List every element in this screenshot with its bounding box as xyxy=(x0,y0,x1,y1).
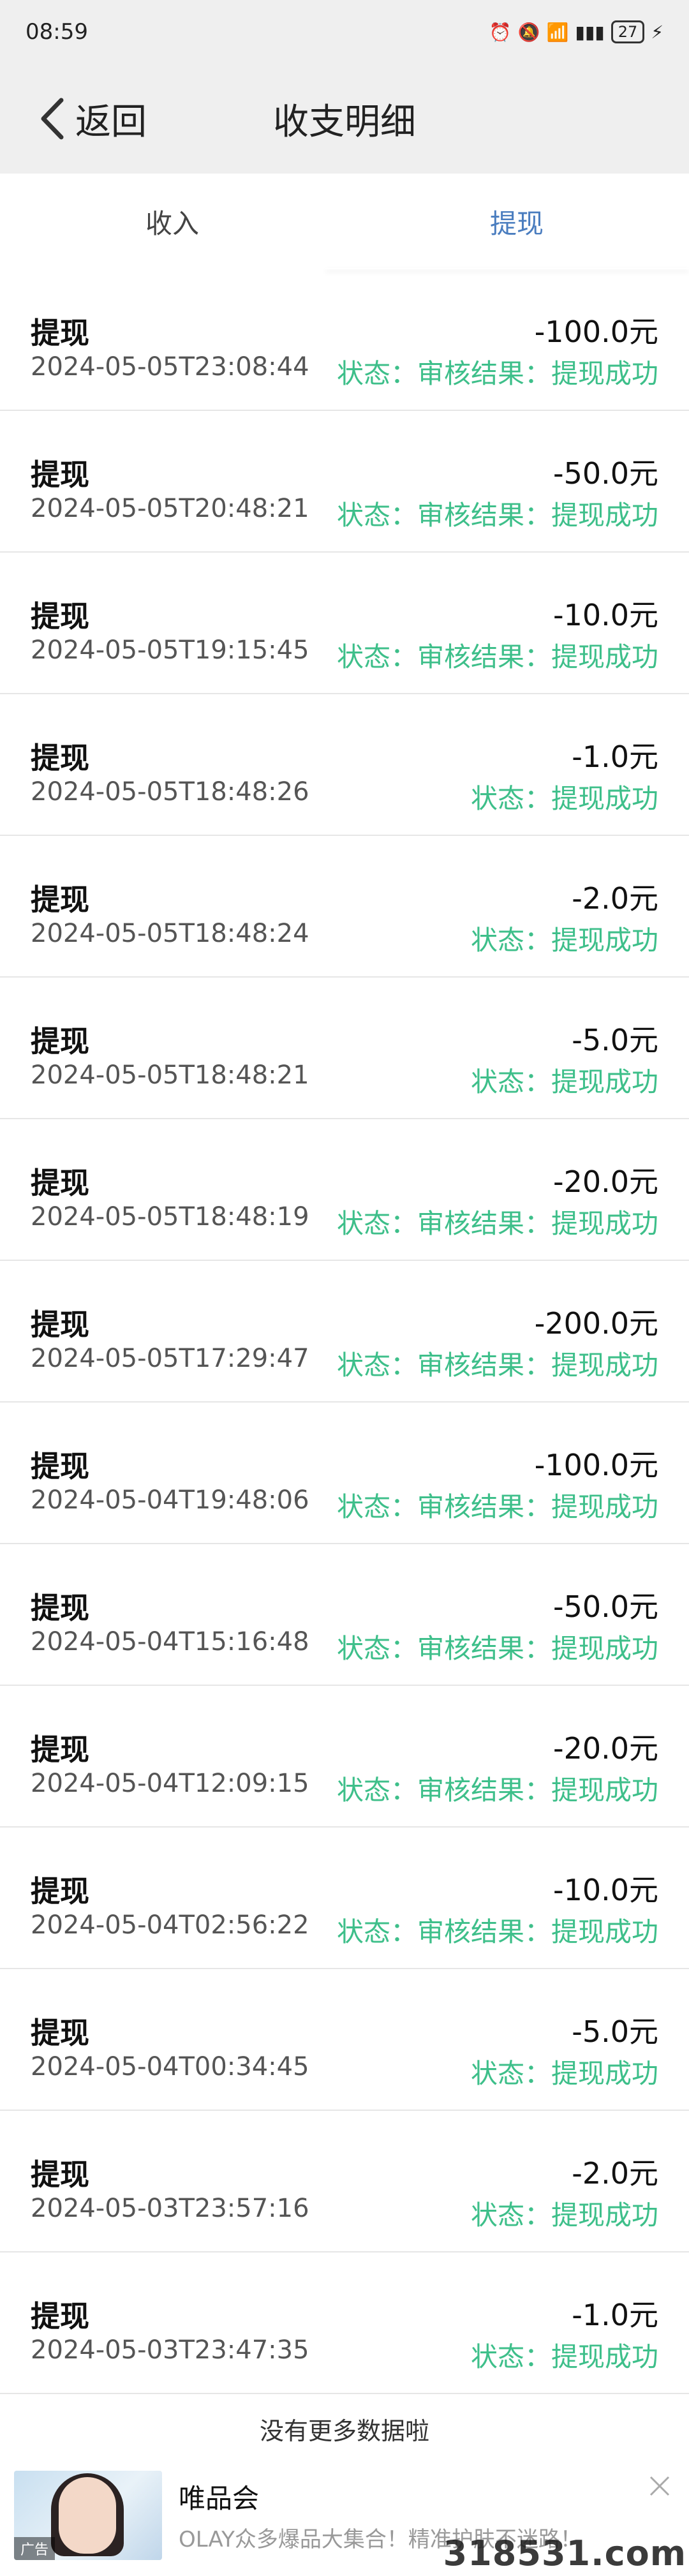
record-date: 2024-05-05T19:15:45 xyxy=(31,636,309,665)
record-type: 提现 xyxy=(31,2016,89,2050)
record-date: 2024-05-04T12:09:15 xyxy=(31,1769,309,1798)
record-status: 状态：提现成功 xyxy=(470,2058,658,2089)
record-list: 提现 -100.0元 2024-05-05T23:08:44 状态：审核结果：提现成功… xyxy=(0,269,689,2394)
record-row[interactable]: 提现 -5.0元 2024-05-04T00:34:45 状态：提现成功 xyxy=(0,1969,689,2111)
record-status: 状态：审核结果：提现成功 xyxy=(336,358,658,389)
record-row[interactable]: 提现 -2.0元 2024-05-05T18:48:24 状态：提现成功 xyxy=(0,836,689,978)
record-type: 提现 xyxy=(31,2157,89,2192)
record-row[interactable]: 提现 -5.0元 2024-05-05T18:48:21 状态：提现成功 xyxy=(0,978,689,1119)
record-amount: -50.0元 xyxy=(552,456,658,491)
signal-icon: ▮▮▮ xyxy=(575,21,605,43)
back-label: 返回 xyxy=(75,101,147,143)
record-type: 提现 xyxy=(31,1874,89,1909)
record-row[interactable]: 提现 -200.0元 2024-05-05T17:29:47 状态：审核结果：提现成功 xyxy=(0,1261,689,1403)
back-button[interactable]: 返回 xyxy=(38,93,147,145)
record-amount: -200.0元 xyxy=(534,1306,658,1341)
record-amount: -50.0元 xyxy=(552,1590,658,1624)
record-date: 2024-05-05T18:48:26 xyxy=(31,777,309,807)
record-type: 提现 xyxy=(31,599,89,634)
record-amount: -20.0元 xyxy=(552,1731,658,1766)
record-date: 2024-05-04T19:48:06 xyxy=(31,1485,309,1515)
wifi-icon: 📶 xyxy=(546,21,569,43)
record-status: 状态：提现成功 xyxy=(470,1066,658,1098)
tab-income[interactable]: 收入 xyxy=(0,174,344,269)
record-date: 2024-05-05T17:29:47 xyxy=(31,1344,309,1373)
record-type: 提现 xyxy=(31,1732,89,1767)
tab-bar: 收入 提现 xyxy=(0,174,689,269)
record-amount: -20.0元 xyxy=(552,1165,658,1199)
record-status: 状态：审核结果：提现成功 xyxy=(336,1350,658,1381)
status-bar: 08:59 ⏰ 🔕 📶 ▮▮▮ 27 ⚡ xyxy=(0,0,689,64)
record-amount: -5.0元 xyxy=(572,2014,658,2049)
ad-title[interactable]: 唯品会 xyxy=(179,2477,259,2516)
record-amount: -1.0元 xyxy=(572,2298,658,2332)
battery-icon: 27 xyxy=(611,20,645,43)
record-status: 状态：审核结果：提现成功 xyxy=(336,500,658,531)
record-type: 提现 xyxy=(31,458,89,492)
record-amount: -100.0元 xyxy=(534,1448,658,1482)
status-icons: ⏰ 🔕 📶 ▮▮▮ 27 ⚡ xyxy=(489,20,663,43)
record-row[interactable]: 提现 -1.0元 2024-05-03T23:47:35 状态：提现成功 xyxy=(0,2252,689,2394)
record-status: 状态：提现成功 xyxy=(470,783,658,814)
record-row[interactable]: 提现 -20.0元 2024-05-05T18:48:19 状态：审核结果：提现成功 xyxy=(0,1119,689,1261)
chevron-left-icon xyxy=(41,98,64,140)
record-date: 2024-05-05T18:48:21 xyxy=(31,1061,309,1090)
watermark: 318531.com xyxy=(443,2533,686,2573)
record-status: 状态：审核结果：提现成功 xyxy=(336,1775,658,1806)
header: 返回 收支明细 xyxy=(0,64,689,174)
alarm-icon: ⏰ xyxy=(489,21,512,43)
record-row[interactable]: 提现 -100.0元 2024-05-05T23:08:44 状态：审核结果：提现成功 xyxy=(0,269,689,411)
record-date: 2024-05-05T18:48:24 xyxy=(31,919,309,948)
record-status: 状态：审核结果：提现成功 xyxy=(336,1208,658,1239)
record-type: 提现 xyxy=(31,1307,89,1342)
record-date: 2024-05-05T18:48:19 xyxy=(31,1202,309,1232)
record-type: 提现 xyxy=(31,1449,89,1484)
record-status: 状态：审核结果：提现成功 xyxy=(336,1916,658,1947)
record-date: 2024-05-04T15:16:48 xyxy=(31,1627,309,1657)
record-type: 提现 xyxy=(31,316,89,350)
record-type: 提现 xyxy=(31,2299,89,2334)
tab-withdraw[interactable]: 提现 xyxy=(344,174,689,269)
record-status: 状态：提现成功 xyxy=(470,925,658,956)
record-amount: -10.0元 xyxy=(552,598,658,632)
record-row[interactable]: 提现 -10.0元 2024-05-05T19:15:45 状态：审核结果：提现成功 xyxy=(0,553,689,694)
record-amount: -1.0元 xyxy=(572,740,658,774)
record-row[interactable]: 提现 -10.0元 2024-05-04T02:56:22 状态：审核结果：提现成功 xyxy=(0,1828,689,1969)
close-icon[interactable] xyxy=(647,2473,672,2499)
record-row[interactable]: 提现 -50.0元 2024-05-04T15:16:48 状态：审核结果：提现成功 xyxy=(0,1544,689,1686)
record-row[interactable]: 提现 -20.0元 2024-05-04T12:09:15 状态：审核结果：提现成功 xyxy=(0,1686,689,1828)
record-row[interactable]: 提现 -2.0元 2024-05-03T23:57:16 状态：提现成功 xyxy=(0,2111,689,2252)
record-status: 状态：提现成功 xyxy=(470,2200,658,2231)
record-date: 2024-05-04T02:56:22 xyxy=(31,1910,309,1940)
record-amount: -2.0元 xyxy=(572,2156,658,2191)
record-status: 状态：审核结果：提现成功 xyxy=(336,1633,658,1664)
record-amount: -5.0元 xyxy=(572,1023,658,1057)
record-status: 状态：审核结果：提现成功 xyxy=(336,641,658,673)
record-type: 提现 xyxy=(31,882,89,917)
record-type: 提现 xyxy=(31,1166,89,1200)
mute-icon: 🔕 xyxy=(517,21,540,43)
record-type: 提现 xyxy=(31,1591,89,1625)
ad-badge: 广告 xyxy=(14,2537,56,2560)
record-date: 2024-05-03T23:57:16 xyxy=(31,2194,309,2223)
record-status: 状态：审核结果：提现成功 xyxy=(336,1491,658,1523)
record-row[interactable]: 提现 -1.0元 2024-05-05T18:48:26 状态：提现成功 xyxy=(0,694,689,836)
record-type: 提现 xyxy=(31,1024,89,1059)
record-row[interactable]: 提现 -100.0元 2024-05-04T19:48:06 状态：审核结果：提现成功 xyxy=(0,1403,689,1544)
record-amount: -100.0元 xyxy=(534,315,658,349)
record-date: 2024-05-03T23:47:35 xyxy=(31,2335,309,2365)
record-date: 2024-05-04T00:34:45 xyxy=(31,2052,309,2081)
record-row[interactable]: 提现 -50.0元 2024-05-05T20:48:21 状态：审核结果：提现成功 xyxy=(0,411,689,553)
record-amount: -2.0元 xyxy=(572,881,658,916)
status-time: 08:59 xyxy=(26,19,88,45)
charging-icon: ⚡ xyxy=(651,21,663,43)
record-amount: -10.0元 xyxy=(552,1873,658,1907)
ad-image-face xyxy=(59,2477,116,2554)
record-type: 提现 xyxy=(31,741,89,775)
record-status: 状态：提现成功 xyxy=(470,2341,658,2372)
record-date: 2024-05-05T20:48:21 xyxy=(31,494,309,523)
record-date: 2024-05-05T23:08:44 xyxy=(31,352,309,382)
ad-image[interactable]: 广告 xyxy=(14,2471,162,2560)
